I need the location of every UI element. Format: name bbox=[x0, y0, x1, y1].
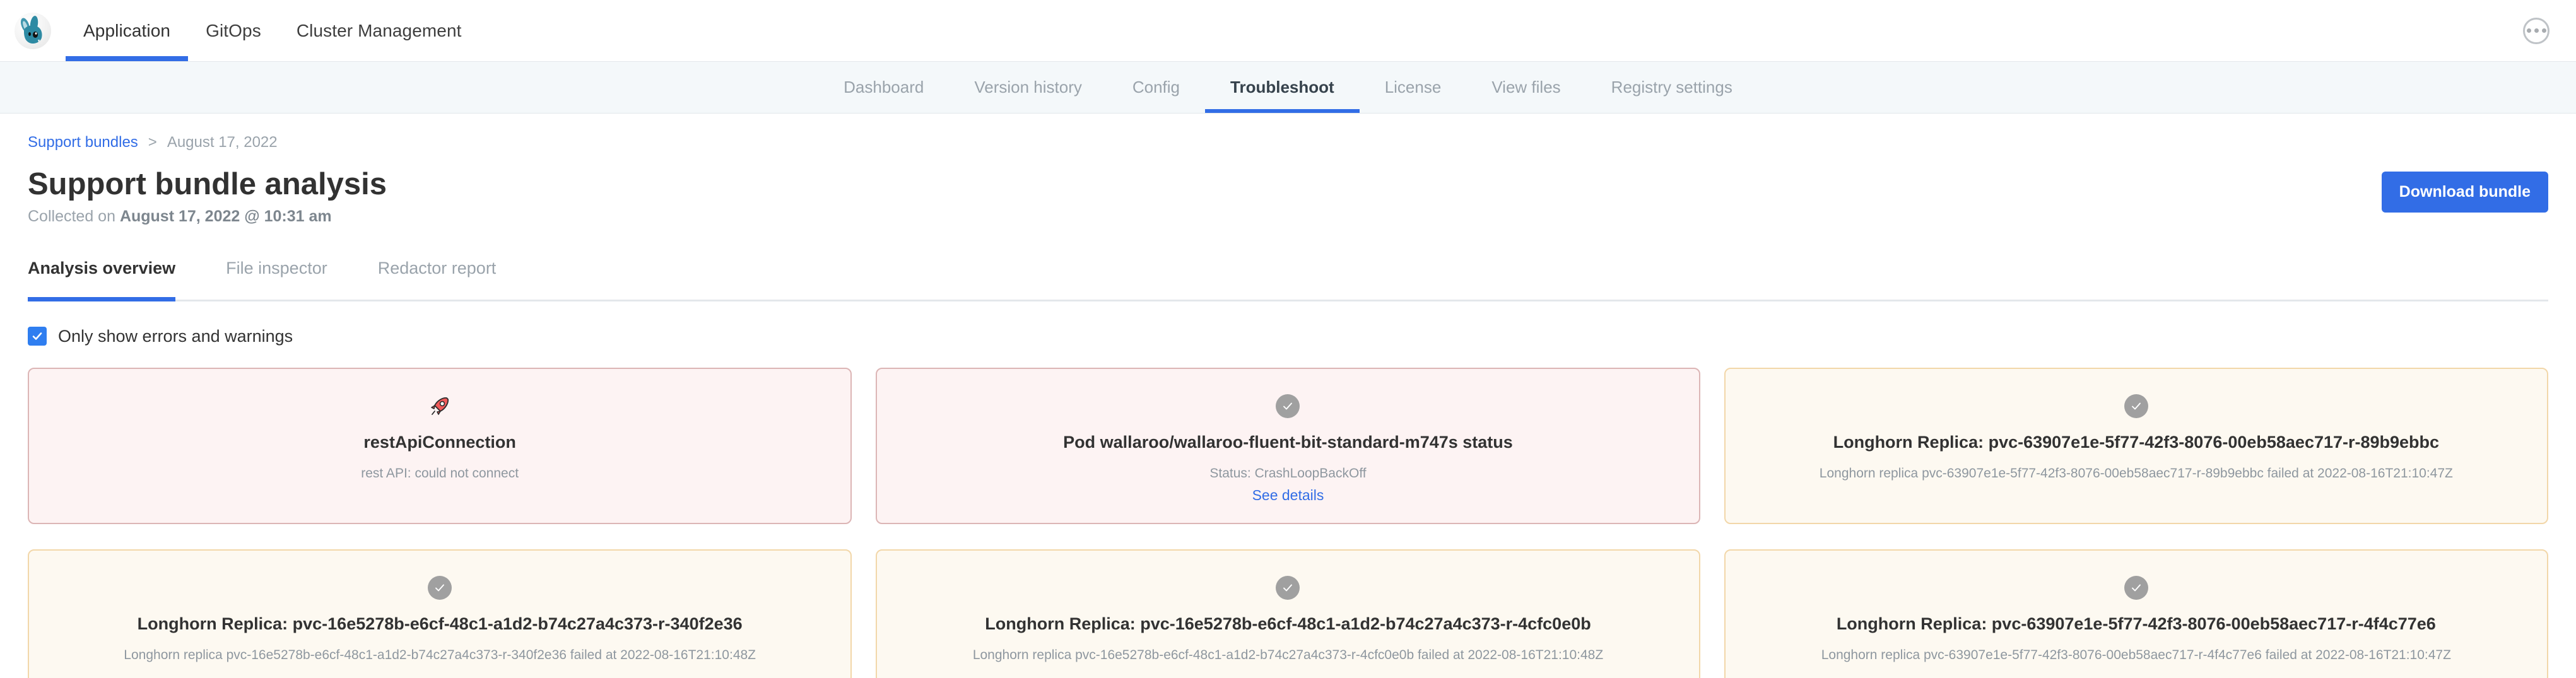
analysis-card[interactable]: Longhorn Replica: pvc-16e5278b-e6cf-48c1… bbox=[28, 549, 852, 678]
tab-analysis-overview-label: Analysis overview bbox=[28, 259, 175, 278]
check-badge bbox=[1276, 576, 1300, 600]
breadcrumb: Support bundles > August 17, 2022 bbox=[28, 114, 2548, 151]
subtab-troubleshoot[interactable]: Troubleshoot bbox=[1205, 62, 1360, 113]
breadcrumb-link-support-bundles[interactable]: Support bundles bbox=[28, 134, 138, 151]
analysis-card[interactable]: Longhorn Replica: pvc-63907e1e-5f77-42f3… bbox=[1724, 549, 2548, 678]
dot bbox=[2542, 28, 2546, 33]
only-errors-warnings-checkbox[interactable] bbox=[28, 327, 47, 346]
checkmark-icon bbox=[2129, 581, 2143, 595]
subtab-version-history[interactable]: Version history bbox=[949, 62, 1107, 113]
tab-analysis-overview[interactable]: Analysis overview bbox=[28, 259, 201, 300]
rabbit-logo-icon bbox=[15, 13, 51, 49]
tab-application[interactable]: Application bbox=[66, 0, 188, 61]
ellipsis-icon[interactable] bbox=[2523, 18, 2550, 44]
subtab-license-label: License bbox=[1385, 78, 1442, 97]
tab-redactor-report-label: Redactor report bbox=[378, 259, 497, 278]
analysis-card[interactable]: Longhorn Replica: pvc-16e5278b-e6cf-48c1… bbox=[876, 549, 1700, 678]
subtab-registry-settings-label: Registry settings bbox=[1611, 78, 1732, 97]
analysis-card-description: Status: CrashLoopBackOff bbox=[1209, 465, 1366, 482]
check-badge-icon bbox=[1276, 390, 1300, 422]
tab-gitops[interactable]: GitOps bbox=[188, 0, 279, 61]
tab-file-inspector[interactable]: File inspector bbox=[226, 259, 353, 300]
page-header-row: Support bundle analysis Collected on Aug… bbox=[28, 168, 2548, 226]
page-heading-block: Support bundle analysis Collected on Aug… bbox=[28, 168, 387, 226]
checkmark-icon bbox=[1281, 399, 1295, 413]
collected-on-value: August 17, 2022 @ 10:31 am bbox=[120, 207, 332, 225]
subtab-config-label: Config bbox=[1132, 78, 1180, 97]
analysis-card-title: Longhorn Replica: pvc-16e5278b-e6cf-48c1… bbox=[985, 614, 1591, 635]
analysis-card-title: Longhorn Replica: pvc-16e5278b-e6cf-48c1… bbox=[138, 614, 743, 635]
breadcrumb-separator: > bbox=[148, 134, 157, 151]
page-title: Support bundle analysis bbox=[28, 168, 387, 202]
check-badge-icon bbox=[2124, 390, 2148, 422]
tab-application-label: Application bbox=[83, 21, 170, 41]
download-bundle-button[interactable]: Download bundle bbox=[2382, 172, 2548, 213]
analysis-card-description: Longhorn replica pvc-63907e1e-5f77-42f3-… bbox=[1821, 646, 2451, 663]
only-errors-warnings-label[interactable]: Only show errors and warnings bbox=[58, 327, 293, 346]
check-badge-icon bbox=[1276, 572, 1300, 604]
rocket-icon bbox=[427, 390, 452, 422]
subtab-license[interactable]: License bbox=[1360, 62, 1467, 113]
subtab-view-files-label: View files bbox=[1491, 78, 1560, 97]
check-badge-icon bbox=[428, 572, 452, 604]
check-badge bbox=[1276, 394, 1300, 418]
tab-gitops-label: GitOps bbox=[206, 21, 261, 41]
analysis-card[interactable]: restApiConnection rest API: could not co… bbox=[28, 368, 852, 524]
dot bbox=[2527, 28, 2531, 33]
analysis-card-title: Longhorn Replica: pvc-63907e1e-5f77-42f3… bbox=[1833, 432, 2439, 453]
analysis-card[interactable]: Longhorn Replica: pvc-63907e1e-5f77-42f3… bbox=[1724, 368, 2548, 524]
subtab-dashboard-label: Dashboard bbox=[844, 78, 924, 97]
analysis-card-description: Longhorn replica pvc-16e5278b-e6cf-48c1-… bbox=[124, 646, 756, 663]
checkmark-icon bbox=[2129, 399, 2143, 413]
check-badge bbox=[428, 576, 452, 600]
subtab-troubleshoot-label: Troubleshoot bbox=[1230, 78, 1334, 97]
analysis-cards-grid: restApiConnection rest API: could not co… bbox=[28, 368, 2548, 678]
checkmark-icon bbox=[433, 581, 447, 595]
dot bbox=[2534, 28, 2539, 33]
subtab-version-history-label: Version history bbox=[974, 78, 1082, 97]
subtab-registry-settings[interactable]: Registry settings bbox=[1586, 62, 1758, 113]
analysis-tab-list: Analysis overview File inspector Redacto… bbox=[28, 259, 2548, 301]
check-badge-icon bbox=[2124, 572, 2148, 604]
analysis-card-description: Longhorn replica pvc-16e5278b-e6cf-48c1-… bbox=[973, 646, 1603, 663]
subtab-view-files[interactable]: View files bbox=[1466, 62, 1585, 113]
analysis-card-description: rest API: could not connect bbox=[361, 465, 519, 482]
app-logo[interactable] bbox=[0, 0, 66, 61]
analysis-card-description: Longhorn replica pvc-63907e1e-5f77-42f3-… bbox=[1820, 465, 2453, 482]
collected-on-text: Collected on August 17, 2022 @ 10:31 am bbox=[28, 207, 387, 226]
tab-cluster-management[interactable]: Cluster Management bbox=[279, 0, 479, 61]
breadcrumb-current: August 17, 2022 bbox=[167, 134, 278, 151]
primary-tab-list: Application GitOps Cluster Management bbox=[66, 0, 2523, 61]
subtab-config[interactable]: Config bbox=[1107, 62, 1205, 113]
tab-file-inspector-label: File inspector bbox=[226, 259, 327, 278]
tab-cluster-management-label: Cluster Management bbox=[297, 21, 462, 41]
analysis-card-title: Longhorn Replica: pvc-63907e1e-5f77-42f3… bbox=[1837, 614, 2436, 635]
analysis-card-title: restApiConnection bbox=[363, 432, 516, 453]
analysis-card[interactable]: Pod wallaroo/wallaroo-fluent-bit-standar… bbox=[876, 368, 1700, 524]
see-details-link[interactable]: See details bbox=[1252, 487, 1324, 504]
header-actions bbox=[2523, 0, 2576, 61]
analysis-card-title: Pod wallaroo/wallaroo-fluent-bit-standar… bbox=[1063, 432, 1513, 453]
secondary-navigation-bar: Dashboard Version history Config Trouble… bbox=[0, 62, 2576, 114]
top-navigation-bar: Application GitOps Cluster Management bbox=[0, 0, 2576, 62]
checkmark-icon bbox=[31, 330, 44, 342]
checkmark-icon bbox=[1281, 581, 1295, 595]
check-badge bbox=[2124, 576, 2148, 600]
tab-redactor-report[interactable]: Redactor report bbox=[378, 259, 522, 300]
errors-warnings-filter: Only show errors and warnings bbox=[28, 327, 2548, 346]
check-badge bbox=[2124, 394, 2148, 418]
collected-on-prefix: Collected on bbox=[28, 207, 115, 225]
subtab-dashboard[interactable]: Dashboard bbox=[818, 62, 949, 113]
page-content: Support bundles > August 17, 2022 Suppor… bbox=[0, 114, 2576, 678]
